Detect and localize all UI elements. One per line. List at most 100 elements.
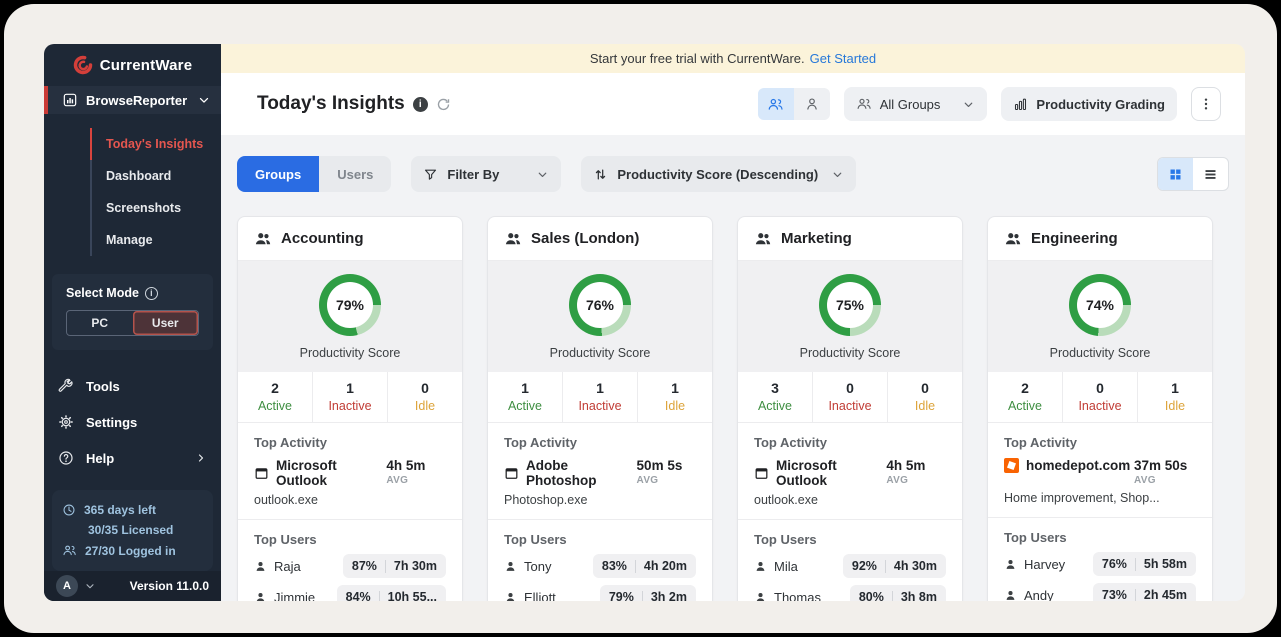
user-row[interactable]: Jimmie 84%10h 55...	[254, 585, 446, 601]
productivity-grading-button[interactable]: Productivity Grading	[1001, 87, 1177, 121]
group-icon	[1004, 230, 1022, 248]
sidebar-item-help[interactable]: Help	[44, 440, 221, 476]
group-cards: Accounting 79% Productivity Score 2Activ…	[237, 216, 1245, 601]
tab-users[interactable]: Users	[319, 156, 391, 192]
user-percent: 76%	[1102, 557, 1127, 571]
top-activity-name[interactable]: Adobe Photoshop	[526, 458, 637, 488]
group-card-marketing: Marketing 75% Productivity Score 3Active…	[737, 216, 963, 601]
get-started-link[interactable]: Get Started	[810, 51, 876, 66]
list-view-button[interactable]	[1193, 158, 1228, 190]
group-title: Marketing	[781, 230, 852, 247]
top-activity-name[interactable]: Microsoft Outlook	[776, 458, 886, 488]
card-header[interactable]: Accounting	[238, 217, 462, 261]
filter-by-label: Filter By	[447, 167, 499, 182]
top-activity-heading: Top Activity	[754, 435, 946, 450]
group-icon	[754, 230, 772, 248]
chevron-down-icon[interactable]	[84, 580, 96, 592]
top-activity-name[interactable]: Microsoft Outlook	[276, 458, 386, 488]
sidebar-item-settings[interactable]: Settings	[44, 404, 221, 440]
module-label: BrowseReporter	[86, 93, 189, 108]
top-activity-heading: Top Activity	[254, 435, 446, 450]
score-section: 76% Productivity Score	[488, 261, 712, 372]
user-row[interactable]: Tony 83%4h 20m	[504, 554, 696, 578]
sort-dropdown[interactable]: Productivity Score (Descending)	[581, 156, 856, 192]
app-window-icon	[254, 466, 269, 481]
user-row[interactable]: Raja 87%7h 30m	[254, 554, 446, 578]
avg-label: AVG	[637, 475, 696, 486]
users-view-toggle[interactable]	[794, 88, 830, 120]
user-stats-pill: 84%10h 55...	[337, 585, 446, 601]
user-name: Thomas	[774, 590, 821, 602]
user-row[interactable]: Thomas 80% 3h 8m	[754, 585, 946, 601]
top-activity-duration: 50m 5s	[637, 458, 696, 473]
person-icon	[1004, 589, 1017, 602]
tab-groups[interactable]: Groups	[237, 156, 319, 192]
mode-user-button[interactable]: User	[133, 311, 199, 335]
kebab-icon	[1198, 96, 1214, 112]
sidebar-item-browsereporter[interactable]: BrowseReporter	[44, 86, 221, 114]
content-area: Groups Users Filter By Productivity Scor…	[221, 135, 1245, 601]
sidebar-item-manage[interactable]: Manage	[90, 224, 221, 256]
top-users-heading: Top Users	[1004, 530, 1196, 545]
top-activity-name[interactable]: homedepot.com	[1026, 458, 1130, 473]
user-stats-pill: 79%3h 2m	[600, 585, 696, 601]
top-activity-sub: Photoshop.exe	[504, 493, 696, 507]
user-name: Jimmie	[274, 590, 315, 602]
top-users-section: Top Users Mila 92%4h 30m Thomas 80%3h 8m…	[738, 520, 962, 601]
help-label: Help	[86, 451, 183, 466]
sidebar-item-screenshots[interactable]: Screenshots	[90, 192, 221, 224]
user-name: Harvey	[1024, 557, 1065, 572]
person-icon	[254, 591, 267, 602]
card-header[interactable]: Sales (London)	[488, 217, 712, 261]
group-card-sales-london: Sales (London) 76% Productivity Score 1A…	[487, 216, 713, 601]
select-mode-label: Select Mode	[66, 286, 139, 300]
user-row[interactable]: Mila 92%4h 30m	[754, 554, 946, 578]
groups-users-tabs: Groups Users	[237, 156, 391, 192]
active-label: Active	[738, 399, 812, 413]
user-time: 3h 8m	[901, 590, 937, 601]
top-users-section: Top Users Tony 83%4h 20m Elliott 79%3h 2…	[488, 520, 712, 601]
logged-in-count: 27/30 Logged in	[85, 544, 176, 558]
page-title: Today's Insights	[257, 93, 405, 115]
user-row[interactable]: Elliott 79%3h 2m	[504, 585, 696, 601]
user-percent: 73%	[1102, 588, 1127, 601]
inactive-label: Inactive	[313, 399, 387, 413]
score-label: Productivity Score	[238, 346, 462, 360]
user-percent: 80%	[859, 590, 884, 601]
licensed-count: 30/35 Licensed	[88, 523, 173, 537]
sidebar-item-tools[interactable]: Tools	[44, 368, 221, 404]
user-percent: 84%	[346, 590, 371, 601]
sidebar-item-dashboard[interactable]: Dashboard	[90, 160, 221, 192]
version-label: Version 11.0.0	[130, 579, 209, 593]
layout-toggle	[1157, 157, 1229, 191]
top-activity-sub: outlook.exe	[754, 493, 946, 507]
filter-by-dropdown[interactable]: Filter By	[411, 156, 561, 192]
card-header[interactable]: Marketing	[738, 217, 962, 261]
groups-view-toggle[interactable]	[758, 88, 794, 120]
avatar[interactable]: A	[56, 575, 78, 597]
status-stats: 2Active 0Inactive 1Idle	[988, 372, 1212, 423]
user-percent: 83%	[602, 559, 627, 573]
user-time: 4h 20m	[644, 559, 687, 573]
select-mode-info-icon[interactable]: i	[145, 287, 158, 300]
group-title: Accounting	[281, 230, 364, 247]
idle-label: Idle	[1138, 399, 1212, 413]
inactive-label: Inactive	[563, 399, 637, 413]
sidebar-item-todays-insights[interactable]: Today's Insights	[90, 128, 221, 160]
user-row[interactable]: Harvey 76%5h 58m	[1004, 552, 1196, 576]
user-row[interactable]: Andy 73%2h 45m	[1004, 583, 1196, 601]
help-icon	[58, 450, 74, 466]
user-name: Mila	[774, 559, 798, 574]
score-label: Productivity Score	[488, 346, 712, 360]
card-header[interactable]: Engineering	[988, 217, 1212, 261]
refresh-icon[interactable]	[436, 97, 451, 112]
group-filter-dropdown[interactable]: All Groups	[844, 87, 988, 121]
info-icon[interactable]: i	[413, 97, 428, 112]
mode-pc-button[interactable]: PC	[67, 311, 133, 335]
user-time: 7h 30m	[394, 559, 437, 573]
grid-view-button[interactable]	[1158, 158, 1193, 190]
more-options-button[interactable]	[1191, 87, 1221, 121]
settings-label: Settings	[86, 415, 137, 430]
sort-arrows-icon	[593, 167, 608, 182]
productivity-donut: 74%	[1069, 274, 1131, 336]
